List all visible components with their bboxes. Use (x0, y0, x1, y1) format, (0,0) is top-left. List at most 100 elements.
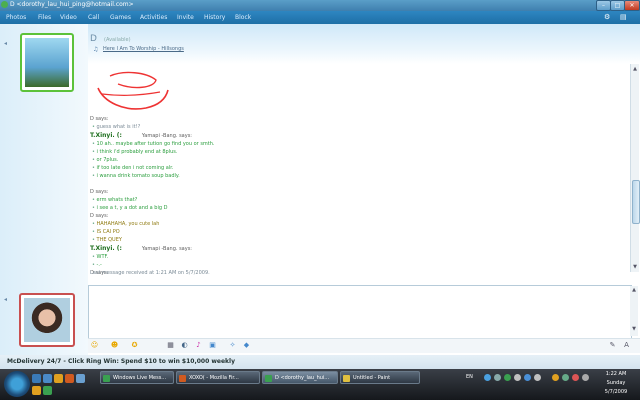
message-line: • WTF. (92, 254, 109, 260)
ad-text[interactable]: McDelivery 24/7 - Click Ring Win: Spend … (7, 358, 235, 365)
games-icon[interactable]: ◆ (242, 341, 251, 350)
sender-line: D says: (90, 213, 109, 219)
last-received: Last message received at 1:21 AM on 5/7/… (90, 270, 210, 276)
input-scrollbar[interactable]: ▲ ▼ (630, 286, 638, 336)
sparkle-icon[interactable]: ✧ (228, 341, 237, 350)
menu-bar: Photos Files Video Call Games Activities… (0, 11, 640, 24)
contact-avatar[interactable] (20, 33, 74, 92)
window-title: D <dorothy_lau_hui_ping@hotmail.com> (10, 1, 134, 8)
tray-icon-messenger[interactable] (504, 374, 511, 381)
messenger-task-icon (103, 375, 110, 382)
message-line: • IS CAI PO (92, 229, 120, 235)
wink-icon[interactable]: ☻ (110, 341, 119, 350)
start-button[interactable] (4, 371, 30, 397)
menu-activities[interactable]: Activities (140, 14, 167, 21)
scroll-thumb[interactable] (632, 180, 640, 224)
sender-line: D says: (90, 189, 109, 195)
tray-icon-network[interactable] (484, 374, 491, 381)
sender-line: T.Xinyi. (: Yamapi -Bang. says: (90, 132, 192, 139)
collapse-own-icon[interactable]: ◂ (4, 296, 7, 303)
font-icon[interactable]: ▦ (166, 341, 175, 350)
contact-personal-message[interactable]: Here I Am To Worship - Hillsongs (103, 46, 184, 52)
menu-icon[interactable]: ▤ (620, 13, 627, 21)
conversation-header (0, 24, 640, 64)
sender-line: T.Xinyi. (: Yamapi -Bang. says: (90, 245, 192, 252)
conversation-history: D says: • guess what is it!? T.Xinyi. (: Ya… (88, 64, 628, 280)
input-scroll-up[interactable]: ▲ (630, 287, 638, 295)
task-paint[interactable]: Untitled - Paint (340, 371, 420, 384)
scroll-up-arrow[interactable]: ▲ (631, 66, 639, 74)
voice-clip-icon[interactable]: ♪ (194, 341, 203, 350)
title-bar: D <dorothy_lau_hui_ping@hotmail.com> – □… (0, 0, 640, 11)
message-input[interactable] (88, 285, 632, 339)
menu-block[interactable]: Block (235, 14, 251, 21)
messenger-quick-icon[interactable] (43, 386, 52, 395)
menu-photos[interactable]: Photos (6, 14, 26, 21)
maximize-button[interactable]: □ (610, 0, 625, 11)
firefox-icon[interactable] (65, 374, 74, 383)
menu-invite[interactable]: Invite (177, 14, 194, 21)
message-line: • i wanna drink tomato soup badly. (92, 173, 180, 179)
messenger-icon (1, 1, 8, 8)
scroll-down-arrow[interactable]: ▼ (631, 264, 639, 272)
music-note-icon: ♫ (93, 46, 99, 53)
message-line: • erm whats that? (92, 197, 138, 203)
tray-icon-1[interactable] (552, 374, 559, 381)
history-scrollbar[interactable]: ▲ ▼ (630, 64, 640, 272)
task-messenger[interactable]: Windows Live Mess... (100, 371, 174, 384)
menu-video[interactable]: Video (60, 14, 77, 21)
paint-task-icon (343, 375, 350, 382)
tray-icon-4[interactable] (582, 374, 589, 381)
firefox-task-icon (179, 375, 186, 382)
menu-files[interactable]: Files (38, 14, 51, 21)
task-conversation[interactable]: D <dorothy_lau_hui... (262, 371, 338, 384)
contact-name: D (90, 34, 97, 44)
menu-games[interactable]: Games (110, 14, 131, 21)
settings-icon[interactable]: ⚙ (604, 13, 610, 21)
message-line: • HAHAHAHA, you cute lah (92, 221, 160, 227)
system-clock[interactable]: 1:22 AM Sunday 5/7/2009 (596, 370, 636, 397)
message-line: • if too late den i not coming alr. (92, 165, 174, 171)
pen-icon[interactable]: ✎ (608, 341, 617, 350)
message-line: • THE QUEY (92, 237, 122, 243)
language-indicator[interactable]: EN (466, 374, 473, 380)
format-toolbar: ☺ ☻ ✪ ▦ ◐ ♪ ▣ ✧ ◆ ✎ A (88, 338, 640, 353)
tray-icon-3[interactable] (572, 374, 579, 381)
clock-date: 5/7/2009 (604, 389, 628, 395)
ie-icon[interactable] (54, 374, 63, 383)
media-icon[interactable]: ▣ (208, 341, 217, 350)
contact-status: (Available) (104, 37, 131, 43)
input-scroll-down[interactable]: ▼ (630, 326, 638, 334)
task-firefox[interactable]: XOXO( - Mozilla Fir... (176, 371, 260, 384)
own-avatar[interactable] (19, 293, 75, 347)
background-icon[interactable]: ◐ (180, 341, 189, 350)
message-line: • i think i'd probably end at 8plus. (92, 149, 178, 155)
tray-icon-media-next[interactable] (534, 374, 541, 381)
message-line: • i see a t, y a dot and a big D (92, 205, 168, 211)
contact-picture (25, 38, 69, 87)
explorer-icon[interactable] (76, 374, 85, 383)
tray-icon-media-prev[interactable] (514, 374, 521, 381)
switch-windows-icon[interactable] (43, 374, 52, 383)
minimize-button[interactable]: – (596, 0, 611, 11)
message-line: • or 7plus. (92, 157, 119, 163)
message-line: • -.- (92, 262, 102, 268)
menu-history[interactable]: History (204, 14, 225, 21)
clock-time: 1:22 AM (605, 371, 627, 377)
message-line: • 10 ah.. maybe after tution go find you… (92, 141, 215, 147)
tray-icon-2[interactable] (562, 374, 569, 381)
folder-icon[interactable] (32, 386, 41, 395)
clock-day: Sunday (606, 380, 626, 386)
handwriting-drawing (97, 71, 169, 110)
emoticon-icon[interactable]: ☺ (90, 341, 99, 350)
nudge-icon[interactable]: ✪ (130, 341, 139, 350)
conversation-task-icon (265, 375, 272, 382)
menu-call[interactable]: Call (88, 14, 99, 21)
tray-icon-volume[interactable] (494, 374, 501, 381)
show-desktop-icon[interactable] (32, 374, 41, 383)
collapse-icon[interactable]: ◂ (4, 40, 7, 47)
text-mode-icon[interactable]: A (622, 341, 631, 350)
close-button[interactable]: ✕ (624, 0, 640, 11)
message-line: • guess what is it!? (92, 124, 141, 130)
tray-icon-media-play[interactable] (524, 374, 531, 381)
